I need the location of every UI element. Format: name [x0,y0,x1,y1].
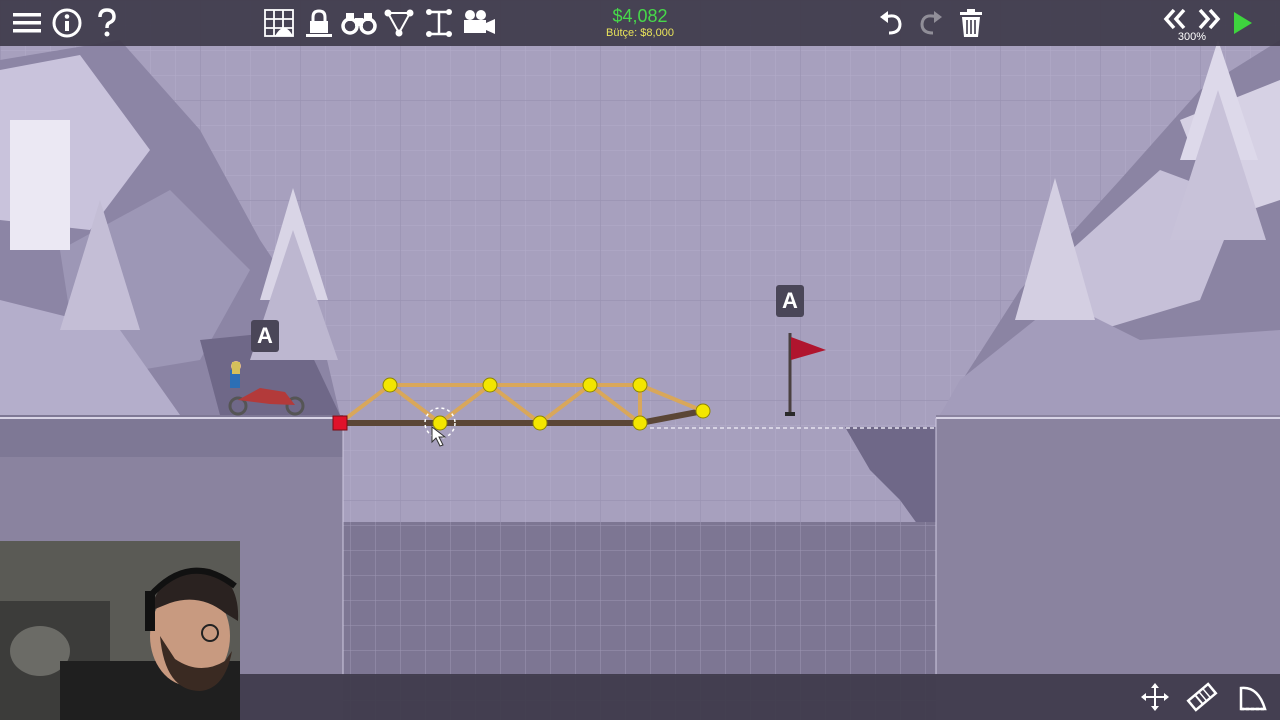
webcam-overlay [0,541,240,720]
measure-icon[interactable] [422,6,456,40]
goal-checkpoint-label: A [776,285,804,317]
question-mark-icon[interactable] [90,6,124,40]
shape-icon[interactable] [1236,680,1270,714]
start-checkpoint-label: A [251,320,279,352]
lock-icon[interactable] [302,6,336,40]
bridge-cost: $4,082 [612,6,668,26]
bridge-joint[interactable] [532,415,548,431]
eraser-icon[interactable] [1184,680,1220,714]
anchor-joint[interactable] [332,415,348,431]
bridge-joint[interactable] [632,377,648,393]
bridge-joint[interactable] [695,403,711,419]
rewind-icon[interactable] [1160,6,1190,32]
fast-forward-icon[interactable] [1194,6,1224,32]
video-camera-icon[interactable] [460,6,498,40]
move-icon[interactable] [1138,680,1172,714]
bridge-joint[interactable] [432,415,448,431]
trash-icon[interactable] [954,6,988,40]
triangle-joint-icon[interactable] [382,6,416,40]
play-icon[interactable] [1228,8,1258,38]
redo-icon[interactable] [914,6,948,40]
simulation-speed: 300% [1177,31,1207,43]
undo-icon[interactable] [874,6,908,40]
grid-arch-icon[interactable] [261,6,297,40]
streamer-avatar [0,541,240,720]
info-icon[interactable] [50,6,84,40]
budget-display: $4,082 Bütçe: $8,000 [580,6,700,40]
binoculars-icon[interactable] [340,6,378,40]
hamburger-menu-icon[interactable] [10,6,44,40]
bridge-joint[interactable] [482,377,498,393]
bridge-joint[interactable] [582,377,598,393]
bridge-joint[interactable] [382,377,398,393]
bridge-joint[interactable] [632,415,648,431]
budget-limit: Bütçe: $8,000 [606,27,674,39]
